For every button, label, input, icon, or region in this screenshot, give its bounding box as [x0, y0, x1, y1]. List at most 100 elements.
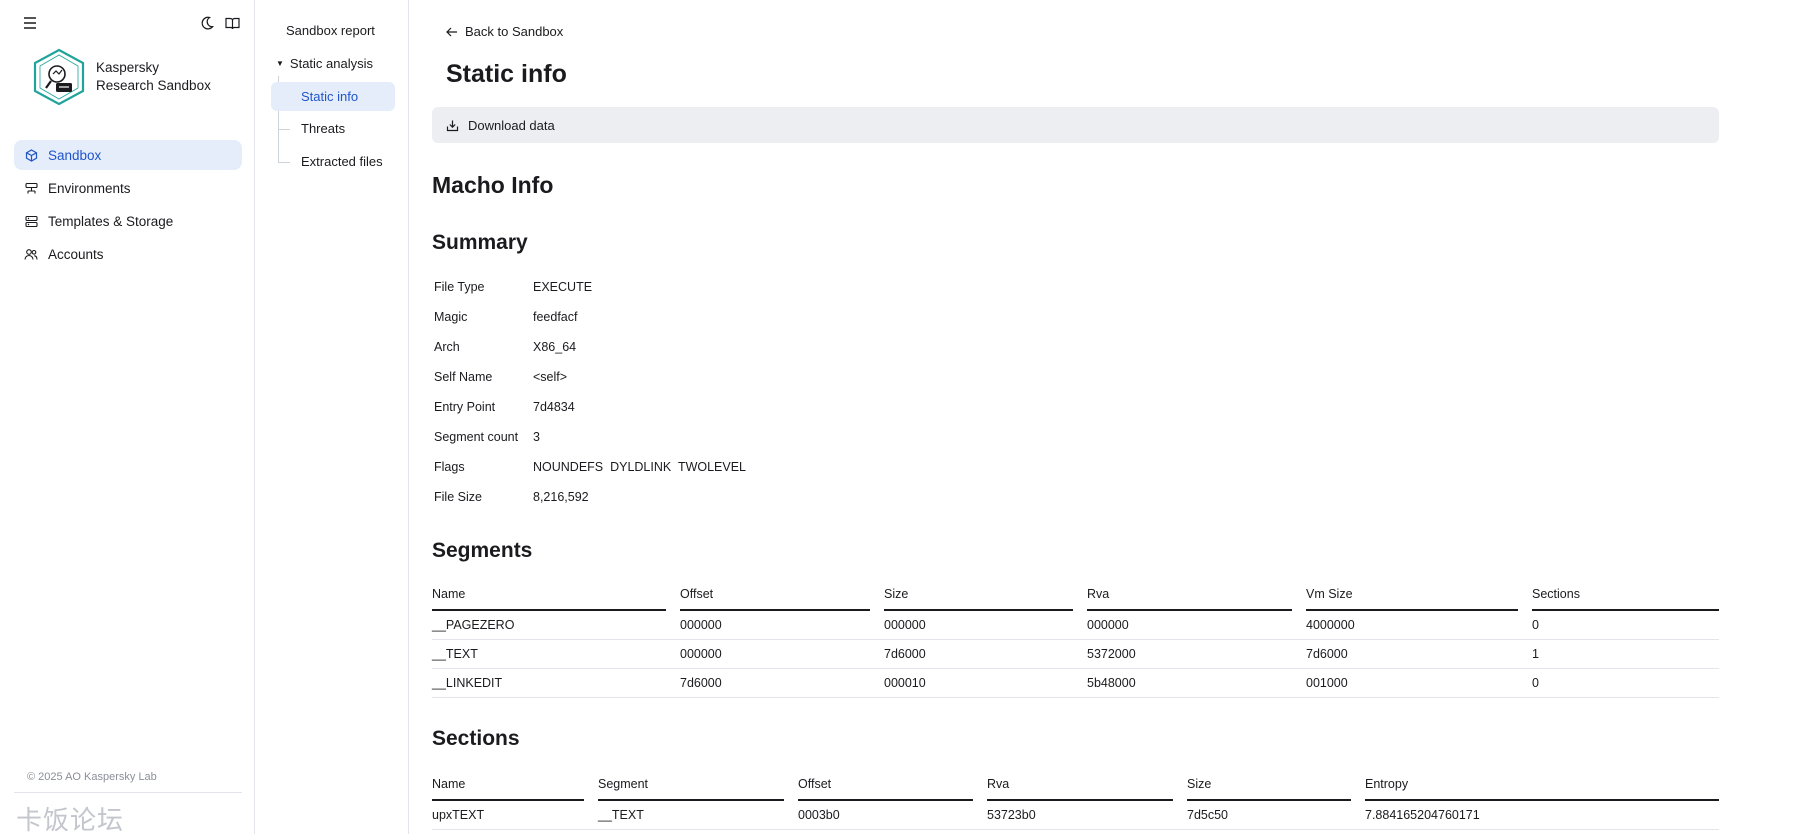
table-cell: 0003b0: [798, 808, 840, 822]
back-to-sandbox-link[interactable]: Back to Sandbox: [446, 24, 563, 39]
summary-row: Entry Point 7d4834: [434, 392, 746, 422]
subnav-static-analysis[interactable]: ▼ Static analysis: [276, 56, 373, 71]
table-cell: 4000000: [1306, 618, 1355, 632]
summary-value: feedfacf: [533, 310, 578, 324]
table-header: Name Segment Offset Rva Size Entropy: [432, 777, 1719, 801]
arrow-left-icon: [446, 27, 458, 37]
summary-label: File Type: [434, 280, 485, 294]
main-content: Back to Sandbox Static info Download dat…: [410, 0, 1819, 834]
table-cell: 001000: [1306, 676, 1348, 690]
column-header[interactable]: Offset: [680, 587, 870, 611]
download-data-button[interactable]: Download data: [432, 107, 1719, 143]
table-header: Name Offset Size Rva Vm Size Sections: [432, 587, 1719, 611]
table-cell: __LINKEDIT: [432, 676, 503, 690]
nav-item-label: Templates & Storage: [48, 213, 174, 229]
summary-label: Self Name: [434, 370, 493, 384]
users-icon: [24, 247, 38, 261]
summary-value: <self>: [533, 370, 568, 384]
column-header[interactable]: Rva: [987, 777, 1173, 801]
table-row: __LINKEDIT 7d6000 000010 5b48000 001000 …: [432, 669, 1719, 698]
summary-row: File Type EXECUTE: [434, 272, 746, 302]
summary-label: Arch: [434, 340, 460, 354]
table-cell: 5372000: [1087, 647, 1136, 661]
sections-heading: Sections: [432, 727, 520, 750]
copyright: © 2025 AO Kaspersky Lab: [27, 771, 157, 783]
table-cell: 7d6000: [680, 676, 722, 690]
column-header[interactable]: Sections: [1532, 587, 1719, 611]
brand[interactable]: Kaspersky Research Sandbox: [32, 48, 211, 106]
tree-tick: [278, 129, 290, 130]
summary-value: EXECUTE: [533, 280, 593, 294]
nav-item-accounts[interactable]: Accounts: [14, 239, 242, 269]
macho-info-heading: Macho Info: [432, 172, 554, 198]
download-icon: [446, 119, 459, 132]
download-data-label: Download data: [468, 117, 555, 133]
brand-line-1: Kaspersky: [96, 60, 160, 75]
summary-list: File Type EXECUTE Magic feedfacf Arch X86_6…: [434, 272, 746, 512]
segments-table: Name Offset Size Rva Vm Size Sections __…: [432, 587, 1719, 698]
summary-label: Entry Point: [434, 400, 496, 414]
table-cell: 5b48000: [1087, 676, 1136, 690]
report-subnav: Sandbox report ▼ Static analysis Static …: [256, 0, 409, 834]
book-icon[interactable]: [223, 14, 241, 32]
nav-item-environments[interactable]: Environments: [14, 173, 242, 203]
nav-item-label: Accounts: [48, 246, 104, 262]
table-cell: __TEXT: [598, 808, 644, 822]
nav-item-sandbox[interactable]: Sandbox: [14, 140, 242, 170]
table-cell: 0: [1532, 676, 1539, 690]
table-cell: 7d6000: [884, 647, 926, 661]
table-cell: 000000: [680, 618, 722, 632]
menu-icon[interactable]: [21, 14, 39, 32]
summary-row: Arch X86_64: [434, 332, 746, 362]
storage-icon: [24, 214, 38, 228]
watermark: 卡饭论坛: [16, 806, 125, 834]
table-cell: 7d6000: [1306, 647, 1348, 661]
tree-tick: [278, 162, 290, 163]
kaspersky-logo-icon: [33, 48, 85, 106]
moon-icon[interactable]: [198, 14, 216, 32]
table-cell: 1: [1532, 647, 1539, 661]
table-cell: 000010: [884, 676, 926, 690]
column-header[interactable]: Rva: [1087, 587, 1292, 611]
table-row: __TEXT 000000 7d6000 5372000 7d6000 1: [432, 640, 1719, 669]
table-row: __PAGEZERO 000000 000000 000000 4000000 …: [432, 611, 1719, 640]
page-title: Static info: [446, 60, 567, 88]
sections-table: Name Segment Offset Rva Size Entropy upx…: [432, 777, 1719, 830]
footer-divider: [14, 792, 242, 793]
column-header[interactable]: Vm Size: [1306, 587, 1518, 611]
left-sidebar: Kaspersky Research Sandbox Sandbox Envir…: [0, 0, 255, 834]
brand-name: Kaspersky Research Sandbox: [96, 59, 211, 95]
column-header[interactable]: Size: [884, 587, 1073, 611]
table-cell: 7.884165204760171: [1365, 808, 1480, 822]
summary-label: Segment count: [434, 430, 519, 444]
table-cell: upxTEXT: [432, 808, 485, 822]
column-header[interactable]: Offset: [798, 777, 973, 801]
column-header[interactable]: Segment: [598, 777, 784, 801]
subnav-static-analysis-label: Static analysis: [289, 56, 374, 71]
summary-value: 7d4834: [533, 400, 575, 414]
subnav-sandbox-report[interactable]: Sandbox report: [286, 23, 375, 38]
summary-value: NOUNDEFS DYLDLINK TWOLEVEL: [533, 460, 747, 474]
subnav-extracted-files[interactable]: Extracted files: [301, 154, 383, 169]
column-header[interactable]: Entropy: [1365, 777, 1719, 801]
table-row: upxTEXT __TEXT 0003b0 53723b0 7d5c50 7.8…: [432, 801, 1719, 830]
nav-item-label: Environments: [48, 180, 131, 196]
column-header[interactable]: Name: [432, 777, 584, 801]
summary-row: File Size 8,216,592: [434, 482, 746, 512]
back-link-label: Back to Sandbox: [465, 24, 564, 39]
table-cell: __PAGEZERO: [432, 618, 515, 632]
summary-row: Self Name <self>: [434, 362, 746, 392]
cube-icon: [24, 148, 38, 162]
summary-label: Magic: [434, 310, 468, 324]
subnav-static-info[interactable]: Static info: [301, 89, 358, 104]
brand-line-2: Research Sandbox: [96, 78, 211, 93]
column-header[interactable]: Name: [432, 587, 666, 611]
environments-icon: [24, 181, 38, 195]
table-cell: __TEXT: [432, 647, 478, 661]
table-cell: 000000: [680, 647, 722, 661]
main-nav: Sandbox Environments Templates & Storage…: [14, 140, 242, 272]
subnav-threats[interactable]: Threats: [301, 121, 345, 136]
column-header[interactable]: Size: [1187, 777, 1351, 801]
nav-item-templates-storage[interactable]: Templates & Storage: [14, 206, 242, 236]
summary-row: Magic feedfacf: [434, 302, 746, 332]
